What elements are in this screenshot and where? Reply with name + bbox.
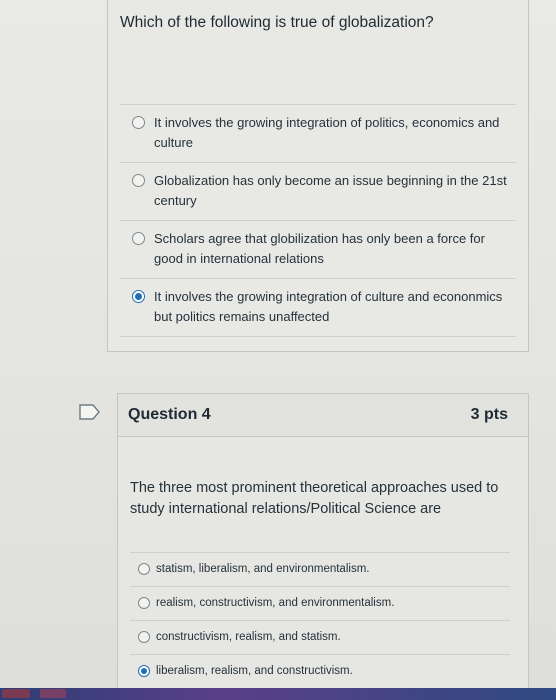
answer-option[interactable]: statism, liberalism, and environmentalis… xyxy=(130,552,510,586)
question-4-header: Question 4 3 pts xyxy=(118,394,528,437)
answer-option[interactable]: constructivism, realism, and statism. xyxy=(130,620,510,654)
answer-label: constructivism, realism, and statism. xyxy=(156,631,341,643)
question-4-answers: statism, liberalism, and environmentalis… xyxy=(130,552,510,688)
taskbar xyxy=(0,688,556,700)
flag-icon[interactable] xyxy=(79,404,101,420)
answer-label: statism, liberalism, and environmentalis… xyxy=(156,563,370,575)
radio-button[interactable] xyxy=(138,597,150,609)
question-points: 3 pts xyxy=(470,406,508,423)
answer-option[interactable]: It involves the growing integration of p… xyxy=(120,104,516,162)
answer-option[interactable]: Globalization has only become an issue b… xyxy=(120,162,516,220)
question-4-card: Question 4 3 pts The three most prominen… xyxy=(117,393,529,693)
answer-label: liberalism, realism, and constructivism. xyxy=(156,665,353,677)
radio-button[interactable] xyxy=(132,116,145,129)
answer-label: It involves the growing integration of c… xyxy=(154,289,503,324)
answer-option-selected[interactable]: liberalism, realism, and constructivism. xyxy=(130,654,510,688)
radio-button[interactable] xyxy=(132,232,145,245)
answer-label: Scholars agree that globilization has on… xyxy=(154,231,485,266)
radio-button-selected[interactable] xyxy=(132,290,145,303)
question-4-prompt: The three most prominent theoretical app… xyxy=(130,480,499,517)
question-3-answers: It involves the growing integration of p… xyxy=(120,104,516,337)
radio-button[interactable] xyxy=(132,174,145,187)
answer-option[interactable]: Scholars agree that globilization has on… xyxy=(120,220,516,278)
answer-option[interactable]: realism, constructivism, and environment… xyxy=(130,586,510,620)
question-title: Question 4 xyxy=(128,406,211,423)
question-3-prompt: Which of the following is true of global… xyxy=(120,14,434,31)
radio-button[interactable] xyxy=(138,563,150,575)
radio-button[interactable] xyxy=(138,631,150,643)
taskbar-item[interactable] xyxy=(2,689,30,698)
answer-label: realism, constructivism, and environment… xyxy=(156,597,395,609)
taskbar-item[interactable] xyxy=(40,689,66,698)
radio-button-selected[interactable] xyxy=(138,665,150,677)
page-background: Which of the following is true of global… xyxy=(0,0,556,700)
question-3-card: Which of the following is true of global… xyxy=(107,0,529,352)
answer-option-selected[interactable]: It involves the growing integration of c… xyxy=(120,278,516,337)
answer-label: Globalization has only become an issue b… xyxy=(154,173,507,208)
answer-label: It involves the growing integration of p… xyxy=(154,115,500,150)
